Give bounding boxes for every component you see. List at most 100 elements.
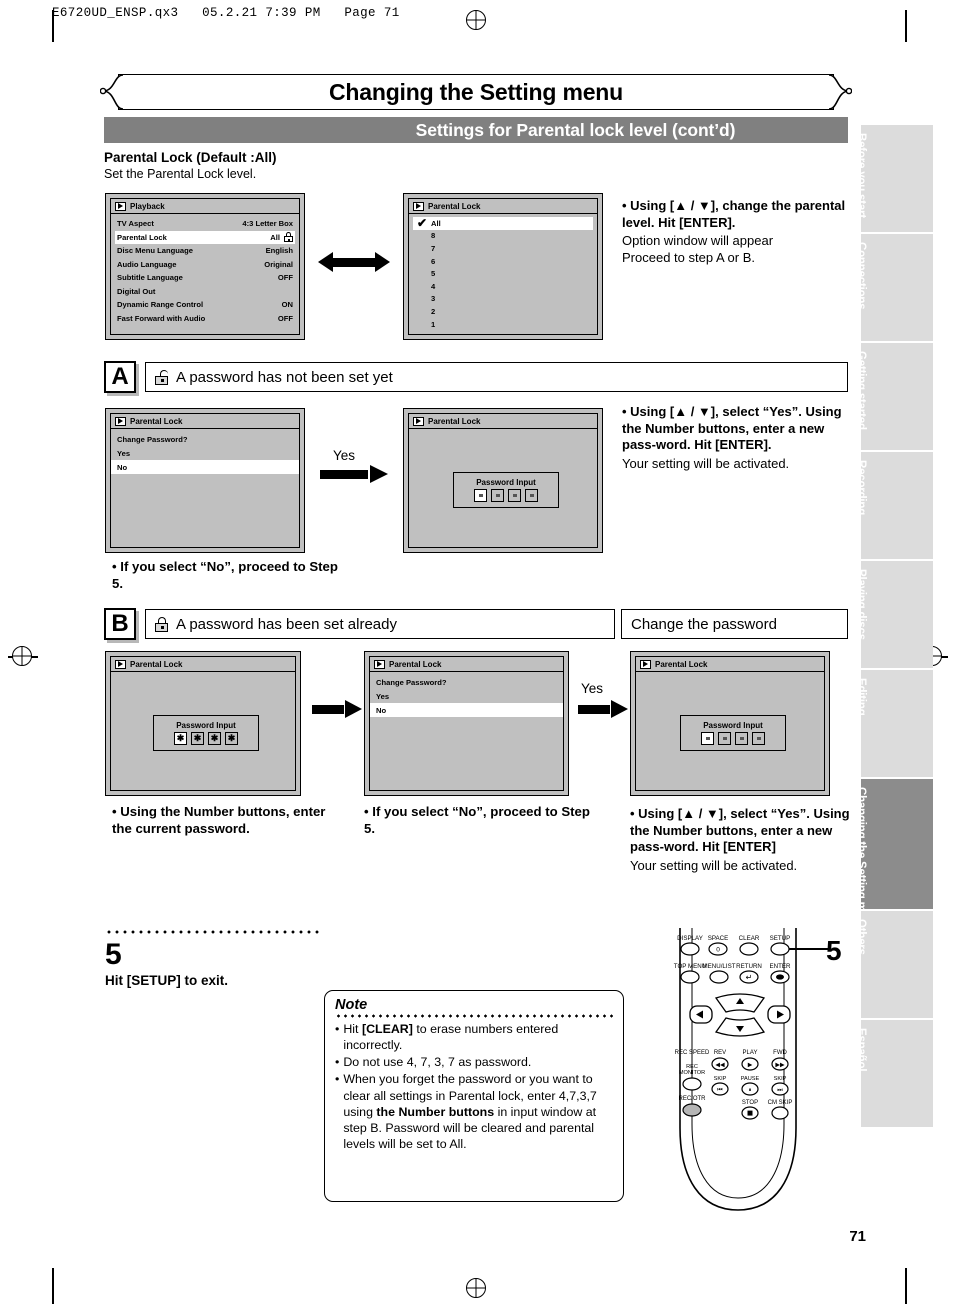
play-icon xyxy=(115,659,126,669)
svg-text:◀◀: ◀◀ xyxy=(715,1062,725,1069)
parental-level-item-5[interactable]: 5 xyxy=(413,267,593,280)
sidebar-tab-playing-discs[interactable]: Playing discs xyxy=(855,561,933,668)
password-cell-1[interactable] xyxy=(474,489,487,502)
change-password-option-no[interactable]: No xyxy=(111,460,299,474)
osd-row-subtitle-language[interactable]: Subtitle Language OFF xyxy=(115,271,295,285)
osd-playback-titlebar: Playback xyxy=(111,199,299,214)
osd-row-audio-language[interactable]: Audio Language Original xyxy=(115,258,295,272)
osd-row-label: Disc Menu Language xyxy=(117,246,193,256)
svg-text:STOP: STOP xyxy=(742,1100,758,1106)
svg-text:TOP MENU: TOP MENU xyxy=(674,963,706,970)
osd-password-input-b-new-titlebar: Parental Lock xyxy=(636,657,824,672)
note-box: Note • Hit [CLEAR] to erase numbers ente… xyxy=(324,990,624,1202)
note-item-forbidden-code: • Do not use 4, 7, 3, 7 as password. xyxy=(335,1054,613,1070)
sidebar-tab-changing-the-setting-menu[interactable]: Changing the Setting menu xyxy=(855,779,933,932)
play-icon xyxy=(115,201,126,211)
callout-step-a: • Using [▲ / ▼], select “Yes”. Using the… xyxy=(622,404,854,473)
password-input-box-b-new: Password Input xyxy=(680,715,786,751)
sidebar-tab-connections[interactable]: Connections xyxy=(855,234,933,341)
sidebar-tab-recording[interactable]: Recording xyxy=(855,452,933,559)
password-cell-3[interactable] xyxy=(735,732,748,745)
osd-row-dynamic-range-control[interactable]: Dynamic Range Control ON xyxy=(115,298,295,312)
parental-level-item-1[interactable]: 1 xyxy=(413,318,593,331)
osd-password-input-b-new-screen: Parental Lock Password Input xyxy=(630,651,830,796)
remote-step-callout-number: 5 xyxy=(826,935,842,966)
change-password-no-label: No xyxy=(117,462,128,472)
svg-text:SPACE: SPACE xyxy=(708,935,729,942)
osd-row-fast-forward-with-audio[interactable]: Fast Forward with Audio OFF xyxy=(115,312,295,326)
password-input-cells[interactable]: ✱ ✱ ✱ ✱ xyxy=(174,732,238,745)
parental-level-item-4[interactable]: 4 xyxy=(413,280,593,293)
svg-text:▶▶: ▶▶ xyxy=(775,1062,785,1069)
osd-playback-rows: TV Aspect 4:3 Letter Box Parental Lock A… xyxy=(111,214,299,325)
sidebar-tab-espanol[interactable]: Español xyxy=(855,1020,933,1127)
step-5-instruction: Hit [SETUP] to exit. xyxy=(105,973,229,988)
parental-level-label: 6 xyxy=(431,256,436,266)
note-text-3b: the Number buttons xyxy=(376,1104,495,1119)
step-b-heading: A password has been set already xyxy=(176,615,397,633)
parental-level-item-8[interactable]: 8 xyxy=(413,230,593,243)
osd-row-digital-out[interactable]: Digital Out xyxy=(115,285,295,299)
registration-mark-bottom xyxy=(466,1278,486,1298)
sidebar-tab-others[interactable]: Others xyxy=(855,911,933,1018)
step-b-side-heading-bar: Change the password xyxy=(621,609,848,639)
svg-text:ENTER: ENTER xyxy=(770,963,792,970)
change-password-no-label: No xyxy=(376,705,387,715)
page-number: 71 xyxy=(849,1228,866,1245)
osd-change-password-a-body: Change Password? Yes No xyxy=(111,429,299,474)
parental-level-item-all[interactable]: ✔ All xyxy=(413,217,593,230)
password-cell-4[interactable] xyxy=(525,489,538,502)
change-password-option-no[interactable]: No xyxy=(370,703,563,717)
svg-text:REV: REV xyxy=(714,1050,726,1056)
password-cell-3[interactable] xyxy=(508,489,521,502)
password-input-cells[interactable] xyxy=(474,489,538,502)
step-a-heading-bar: A password has not been set yet xyxy=(145,362,848,392)
sidebar-tab-label: Recording xyxy=(855,460,867,516)
svg-text:SETUP: SETUP xyxy=(770,935,791,942)
parental-level-label: 5 xyxy=(431,269,436,279)
page-title: Changing the Setting menu xyxy=(329,78,623,105)
password-cell-2[interactable] xyxy=(491,489,504,502)
svg-text:↵: ↵ xyxy=(746,973,753,982)
play-icon xyxy=(640,659,651,669)
sidebar-tabs: Before you start Connections Getting sta… xyxy=(855,125,933,1129)
change-password-option-yes[interactable]: Yes xyxy=(115,446,295,460)
step-a-no-note: • If you select “No”, proceed to Step 5. xyxy=(112,559,338,592)
step-b-caption-mid: • If you select “No”, proceed to Step 5. xyxy=(364,804,590,837)
osd-row-tv-aspect[interactable]: TV Aspect 4:3 Letter Box xyxy=(115,217,295,231)
password-input-cells[interactable] xyxy=(701,732,765,745)
osd-password-input-a-screen: Parental Lock Password Input xyxy=(403,408,603,553)
callout-step-a-plain: Your setting will be activated. xyxy=(622,455,790,471)
parental-level-item-6[interactable]: 6 xyxy=(413,255,593,268)
osd-row-disc-menu-language[interactable]: Disc Menu Language English xyxy=(115,244,295,258)
password-cell-2[interactable] xyxy=(718,732,731,745)
password-cell-2[interactable]: ✱ xyxy=(191,732,204,745)
password-input-label: Password Input xyxy=(476,478,536,487)
sidebar-tab-label: Editing xyxy=(855,678,867,716)
remote-control-diagram: DISPLAY SPACE CLEAR SETUP 0 TOP MENU MEN… xyxy=(650,887,846,1223)
password-cell-4[interactable]: ✱ xyxy=(225,732,238,745)
step-b-side-heading: Change the password xyxy=(631,615,777,633)
change-password-option-yes[interactable]: Yes xyxy=(374,689,559,703)
parental-level-item-7[interactable]: 7 xyxy=(413,242,593,255)
callout-change-level-line2: Proceed to step A or B. xyxy=(622,249,755,265)
osd-change-password-b-titlebar: Parental Lock xyxy=(370,657,563,672)
password-cell-1[interactable] xyxy=(701,732,714,745)
password-cell-4[interactable] xyxy=(752,732,765,745)
svg-text:SKIP: SKIP xyxy=(714,1076,727,1082)
password-cell-1[interactable]: ✱ xyxy=(174,732,187,745)
sidebar-tab-editing[interactable]: Editing xyxy=(855,670,933,777)
password-cell-3[interactable]: ✱ xyxy=(208,732,221,745)
sidebar-tab-getting-started[interactable]: Getting started xyxy=(855,343,933,450)
osd-row-value: OFF xyxy=(277,273,293,283)
osd-row-parental-lock[interactable]: Parental Lock All xyxy=(115,230,295,244)
osd-change-password-b-body: Change Password? Yes No xyxy=(370,672,563,717)
print-slugline: E6720UD_ENSP.qx3 05.2.21 7:39 PM Page 71 xyxy=(52,6,400,20)
note-dotted-rule xyxy=(335,1014,613,1018)
parental-level-item-3[interactable]: 3 xyxy=(413,293,593,306)
step-5-number: 5 xyxy=(105,938,122,971)
parental-level-item-2[interactable]: 2 xyxy=(413,305,593,318)
step-b-letter: B xyxy=(104,608,136,640)
sidebar-tab-before-you-start[interactable]: Before you start xyxy=(855,125,933,232)
crop-mark-bottom-left-v xyxy=(52,1268,54,1304)
